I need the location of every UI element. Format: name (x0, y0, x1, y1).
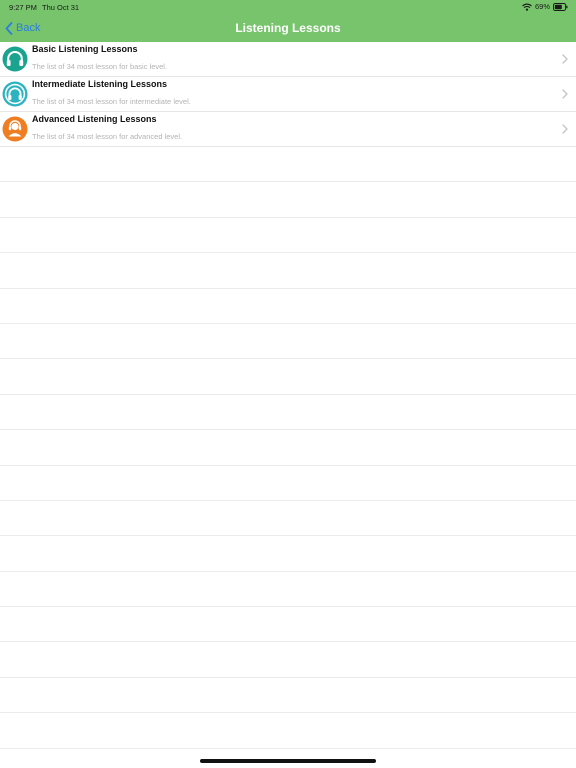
lesson-subtitle: The list of 34 most lesson for basic lev… (32, 62, 168, 71)
empty-row (0, 395, 576, 431)
empty-row (0, 536, 576, 572)
status-time: 9:27 PM (9, 3, 37, 12)
navigation-bar: 9:27 PM Thu Oct 31 69% Back Listening Le… (0, 0, 576, 42)
empty-row (0, 572, 576, 608)
chevron-right-icon (562, 54, 568, 64)
wifi-icon (522, 3, 532, 11)
lesson-list: Basic Listening Lessons The list of 34 m… (0, 42, 576, 749)
chevron-right-icon (562, 89, 568, 99)
page-title: Listening Lessons (235, 21, 341, 35)
lesson-title: Basic Listening Lessons (32, 44, 138, 54)
status-date: Thu Oct 31 (42, 3, 80, 12)
status-indicators: 69% (522, 2, 568, 11)
lesson-title: Advanced Listening Lessons (32, 114, 157, 124)
empty-row (0, 253, 576, 289)
headphones-icon (2, 81, 28, 107)
home-indicator[interactable] (200, 759, 376, 763)
lesson-subtitle: The list of 34 most lesson for intermedi… (32, 97, 191, 106)
lesson-title: Intermediate Listening Lessons (32, 79, 168, 89)
empty-row (0, 182, 576, 218)
empty-row (0, 289, 576, 324)
empty-row (0, 642, 576, 678)
empty-row (0, 147, 576, 183)
headset-user-icon (2, 116, 28, 142)
empty-row (0, 430, 576, 466)
list-item-intermediate[interactable]: Intermediate Listening Lessons The list … (0, 77, 576, 112)
chevron-right-icon (562, 124, 568, 134)
list-item-advanced[interactable]: Advanced Listening Lessons The list of 3… (0, 112, 576, 147)
empty-row (0, 501, 576, 537)
empty-row (0, 466, 576, 501)
battery-percentage: 69% (534, 2, 550, 11)
battery-icon (553, 2, 568, 11)
empty-row (0, 359, 576, 395)
headphones-icon (2, 46, 28, 72)
lesson-subtitle: The list of 34 most lesson for advanced … (32, 132, 183, 141)
empty-row (0, 218, 576, 254)
empty-row (0, 324, 576, 360)
list-item-basic[interactable]: Basic Listening Lessons The list of 34 m… (0, 42, 576, 77)
empty-row (0, 713, 576, 749)
lessons-screen: 9:27 PM Thu Oct 31 69% Back Listening Le… (0, 0, 576, 768)
empty-row (0, 607, 576, 643)
empty-row (0, 678, 576, 714)
